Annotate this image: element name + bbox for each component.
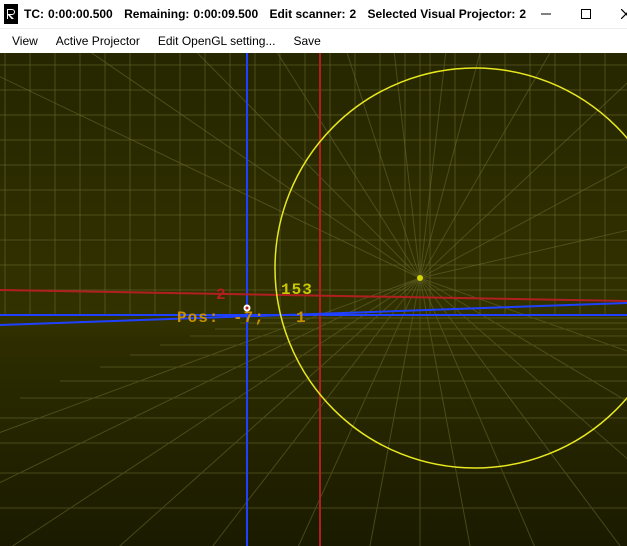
selected-projector-value: 2 xyxy=(519,7,526,21)
tc-label: TC: xyxy=(24,7,44,21)
menu-active-projector[interactable]: Active Projector xyxy=(48,31,148,51)
menubar: View Active Projector Edit OpenGL settin… xyxy=(0,29,627,53)
tc-value: 0:00:00.500 xyxy=(48,7,113,21)
selected-projector-label: Selected Visual Projector: xyxy=(368,7,516,21)
window-controls xyxy=(526,0,627,28)
menu-edit-opengl[interactable]: Edit OpenGL setting... xyxy=(150,31,284,51)
close-button[interactable] xyxy=(606,0,627,28)
minimize-button[interactable] xyxy=(526,0,566,28)
menu-save[interactable]: Save xyxy=(285,31,328,51)
remaining-value: 0:00:09.500 xyxy=(193,7,258,21)
maximize-button[interactable] xyxy=(566,0,606,28)
remaining-label: Remaining: xyxy=(124,7,189,21)
title-texts: TC: 0:00:00.500 Remaining: 0:00:09.500 E… xyxy=(24,7,526,21)
edit-scanner-label: Edit scanner: xyxy=(269,7,345,21)
edit-scanner-value: 2 xyxy=(350,7,357,21)
scene-3d xyxy=(0,53,627,546)
viewport[interactable]: 2 153 Pos: -7; 1 xyxy=(0,53,627,546)
titlebar: TC: 0:00:00.500 Remaining: 0:00:09.500 E… xyxy=(0,0,627,29)
menu-view[interactable]: View xyxy=(4,31,46,51)
app-icon xyxy=(4,4,18,24)
